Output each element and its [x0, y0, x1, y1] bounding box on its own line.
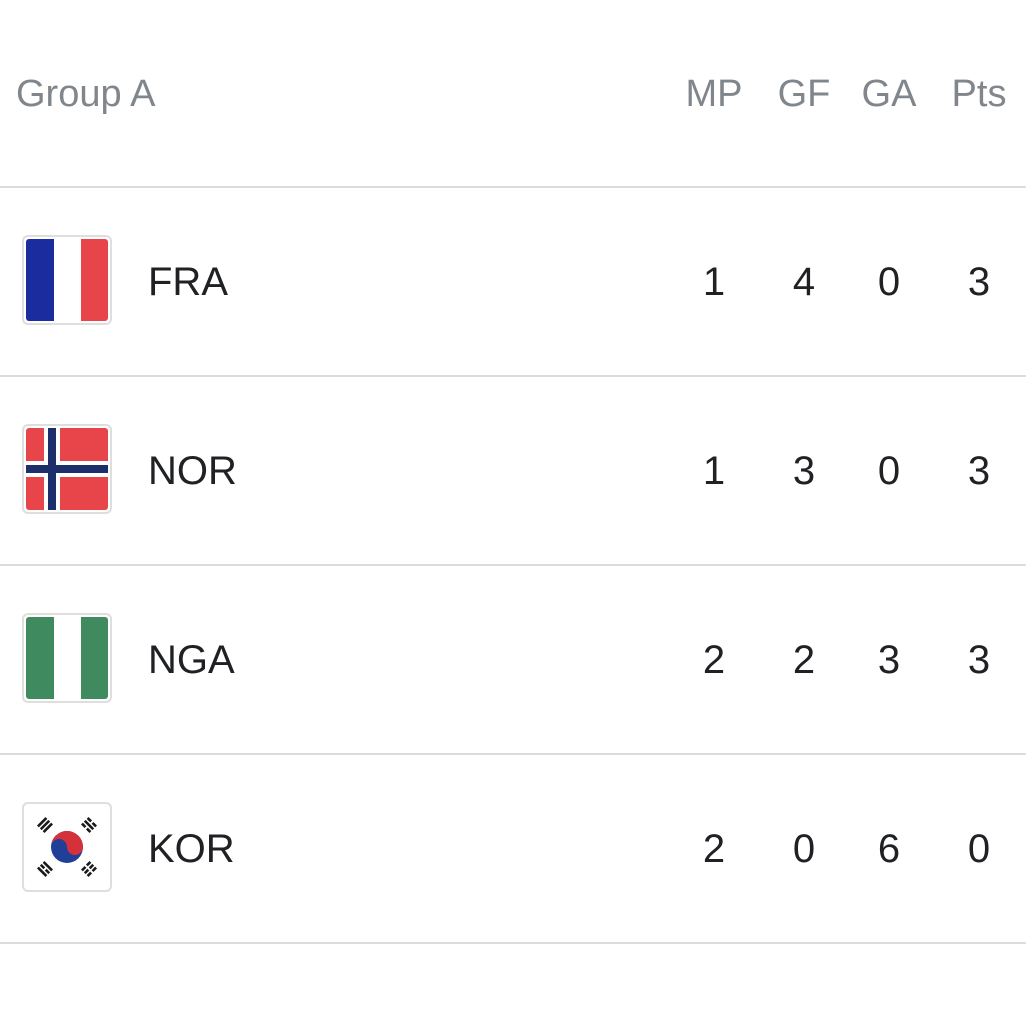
- team-name: NOR: [148, 449, 237, 493]
- team-row-nor[interactable]: NOR 1 3 0 3: [0, 377, 1026, 564]
- stat-gf: 0: [792, 827, 816, 871]
- stat-ga: 0: [877, 260, 901, 304]
- team-row-kor[interactable]: KOR 2 0 6 0: [0, 755, 1026, 942]
- team-row-fra[interactable]: FRA 1 4 0 3: [0, 188, 1026, 375]
- column-header-mp: MP: [685, 73, 743, 115]
- stat-gf: 4: [792, 260, 816, 304]
- column-header-ga: GA: [861, 73, 917, 115]
- stat-pts: 3: [967, 638, 991, 682]
- team-name: FRA: [148, 260, 228, 304]
- stat-mp: 2: [702, 638, 726, 682]
- stat-mp: 1: [702, 260, 726, 304]
- stat-pts: 0: [967, 827, 991, 871]
- group-title: Group A: [16, 73, 156, 115]
- column-header-pts: Pts: [951, 73, 1007, 115]
- column-header-gf: GF: [777, 73, 831, 115]
- stat-gf: 3: [792, 449, 816, 493]
- team-name: KOR: [148, 827, 235, 871]
- stat-ga: 3: [877, 638, 901, 682]
- stat-ga: 6: [877, 827, 901, 871]
- stat-gf: 2: [792, 638, 816, 682]
- stat-ga: 0: [877, 449, 901, 493]
- standings-header: Group A MP GF GA Pts: [0, 0, 1026, 186]
- stat-pts: 3: [967, 260, 991, 304]
- stat-pts: 3: [967, 449, 991, 493]
- south-korea-flag-icon: [22, 802, 112, 892]
- france-flag-icon: [22, 235, 112, 325]
- team-row-nga[interactable]: NGA 2 2 3 3: [0, 566, 1026, 753]
- nigeria-flag-icon: [22, 613, 112, 703]
- stat-mp: 1: [702, 449, 726, 493]
- norway-flag-icon: [22, 424, 112, 514]
- team-name: NGA: [148, 638, 235, 682]
- stat-mp: 2: [702, 827, 726, 871]
- divider: [0, 942, 1026, 944]
